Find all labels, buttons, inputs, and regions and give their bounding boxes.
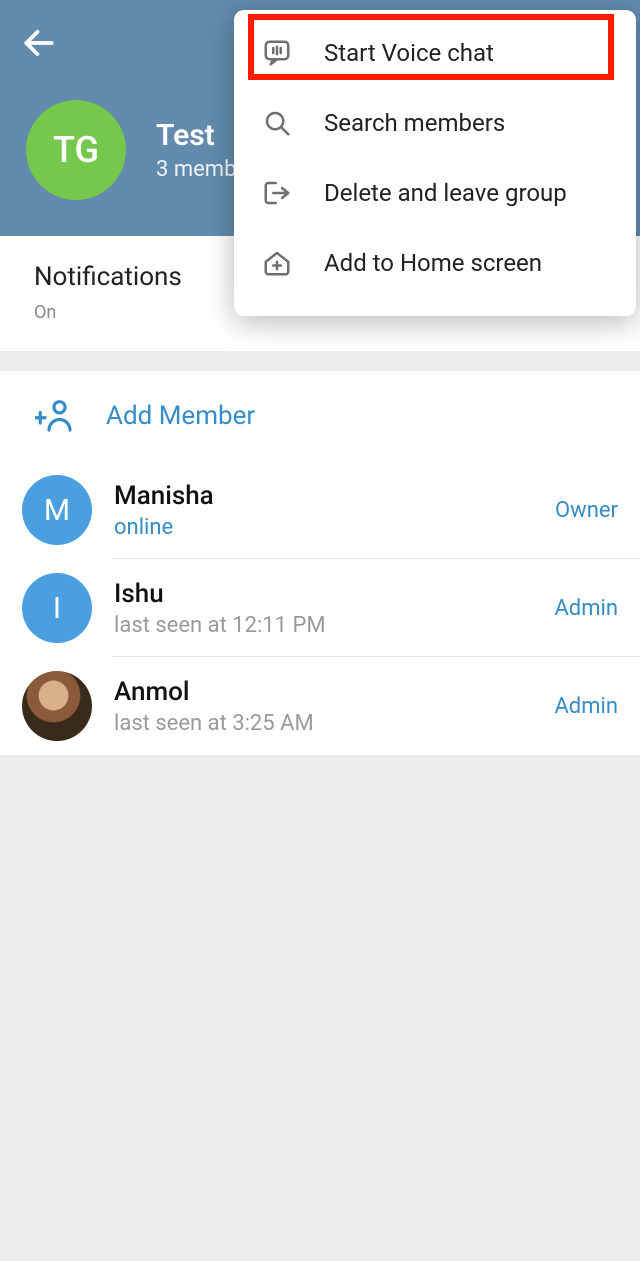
group-subtitle: 3 memb xyxy=(156,157,236,182)
member-role: Owner xyxy=(555,498,618,523)
add-member-button[interactable]: Add Member xyxy=(0,371,640,461)
add-member-label: Add Member xyxy=(106,401,255,431)
member-name: Anmol xyxy=(114,677,554,707)
search-icon xyxy=(256,108,298,138)
back-arrow-icon[interactable] xyxy=(20,24,58,66)
menu-item-search-members[interactable]: Search members xyxy=(234,88,636,158)
menu-item-delete-leave[interactable]: Delete and leave group xyxy=(234,158,636,228)
menu-label: Search members xyxy=(324,109,505,137)
exit-icon xyxy=(256,178,298,208)
member-avatar: M xyxy=(22,475,92,545)
member-avatar xyxy=(22,671,92,741)
overflow-menu: Start Voice chat Search members Delete a… xyxy=(234,10,636,316)
member-row[interactable]: M Manisha online Owner xyxy=(0,461,640,559)
group-title: Test xyxy=(156,118,236,153)
voice-chat-icon xyxy=(256,38,298,68)
member-role: Admin xyxy=(554,596,618,621)
menu-label: Start Voice chat xyxy=(324,39,494,67)
member-name: Manisha xyxy=(114,481,555,511)
member-avatar: I xyxy=(22,573,92,643)
menu-item-voice-chat[interactable]: Start Voice chat xyxy=(234,18,636,88)
group-avatar: TG xyxy=(26,100,126,200)
member-status: last seen at 12:11 PM xyxy=(114,613,554,638)
members-section: Add Member M Manisha online Owner I Ishu… xyxy=(0,371,640,755)
member-status: last seen at 3:25 AM xyxy=(114,711,554,736)
add-member-icon xyxy=(26,395,86,437)
member-row[interactable]: Anmol last seen at 3:25 AM Admin xyxy=(0,657,640,755)
member-status: online xyxy=(114,515,555,540)
home-add-icon xyxy=(256,248,298,278)
menu-label: Add to Home screen xyxy=(324,249,542,277)
menu-item-add-home[interactable]: Add to Home screen xyxy=(234,228,636,298)
menu-label: Delete and leave group xyxy=(324,179,567,207)
member-name: Ishu xyxy=(114,579,554,609)
member-row[interactable]: I Ishu last seen at 12:11 PM Admin xyxy=(0,559,640,657)
member-role: Admin xyxy=(554,694,618,719)
group-info[interactable]: TG Test 3 memb xyxy=(26,100,236,200)
